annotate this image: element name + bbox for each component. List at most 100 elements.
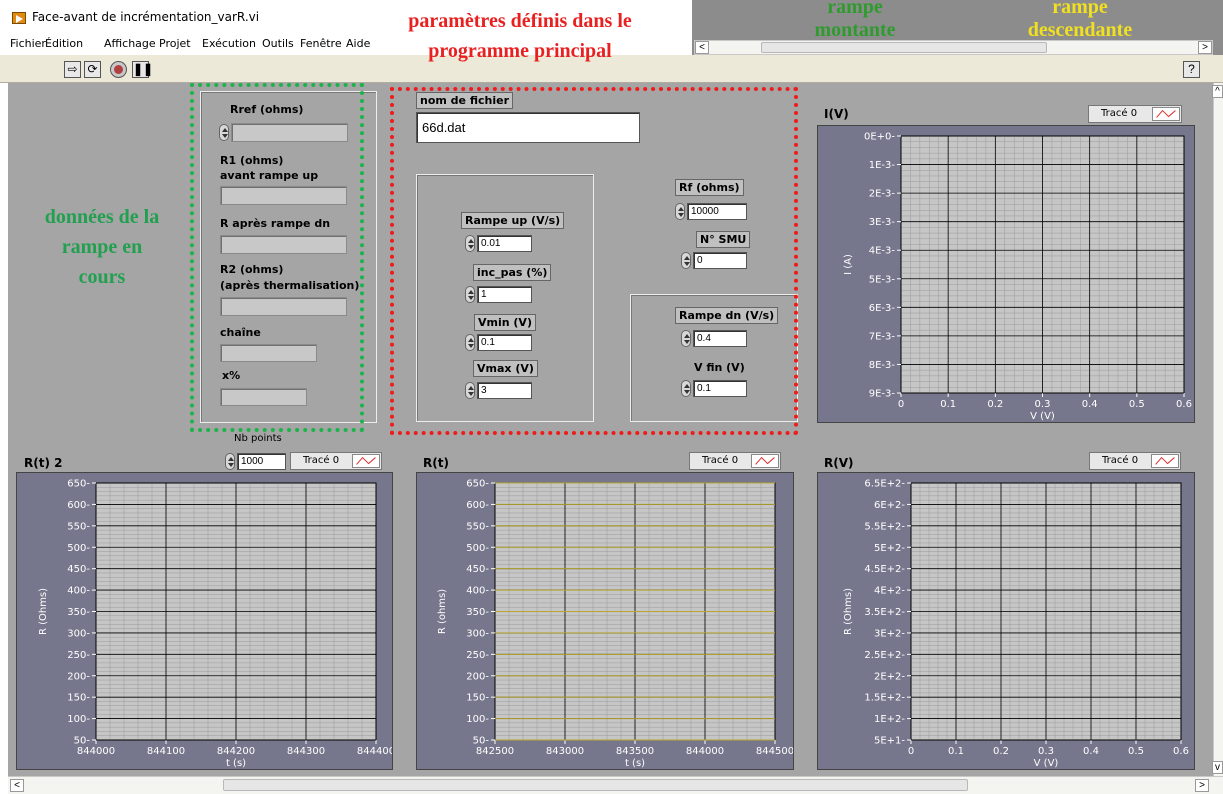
y-tick-label: 50- xyxy=(473,736,490,747)
y-tick-label: 600- xyxy=(466,500,489,511)
r1-label-line1: R1 (ohms) xyxy=(220,154,284,167)
y-tick-label: 300- xyxy=(466,628,489,639)
scroll-thumb[interactable] xyxy=(761,42,1047,53)
y-tick-label: 3E-3- xyxy=(869,217,896,228)
y-tick-label: 250- xyxy=(466,650,489,661)
chart-iv-legend[interactable]: Tracé 0 xyxy=(1088,105,1182,123)
y-axis-label: I (A) xyxy=(843,254,854,275)
scroll-up-icon[interactable]: ^ xyxy=(1212,85,1223,98)
chart-iv-legend-label: Tracé 0 xyxy=(1101,108,1138,119)
x-tick-label: 843500 xyxy=(616,746,654,757)
menu-fichier[interactable]: Fichier xyxy=(10,37,46,50)
chart-rt2-legend-label: Tracé 0 xyxy=(303,455,340,466)
x-tick-label: 0 xyxy=(898,399,904,410)
x-tick-label: 0.6 xyxy=(1176,399,1192,410)
y-tick-label: 200- xyxy=(67,671,90,682)
y-tick-label: 550- xyxy=(466,521,489,532)
r1-label-line2: avant rampe up xyxy=(220,169,319,182)
x-tick-label: 0.4 xyxy=(1083,746,1099,757)
annotation-donnees-line2: rampe en xyxy=(61,236,143,258)
y-tick-label: 5E+2- xyxy=(874,543,905,554)
y-tick-label: 350- xyxy=(466,607,489,618)
y-tick-label: 4E-3- xyxy=(869,246,896,257)
y-tick-label: 400- xyxy=(466,586,489,597)
nb-points-label: Nb points xyxy=(234,433,282,444)
legend-line-icon xyxy=(1152,107,1180,121)
nb-points-spin-icon[interactable] xyxy=(225,453,235,470)
pause-icon[interactable]: ❚❚ xyxy=(132,61,153,78)
rampe-montante-line1: rampe xyxy=(827,0,883,18)
r2-label-line2: (après thermalisation) xyxy=(220,279,360,292)
help-icon[interactable]: ? xyxy=(1183,61,1200,78)
menu-projet[interactable]: Projet xyxy=(159,37,191,50)
y-tick-label: 3.5E+2- xyxy=(864,607,905,618)
y-tick-label: 550- xyxy=(67,521,90,532)
chart-rv-legend-label: Tracé 0 xyxy=(1102,455,1139,466)
rampe-descendante-line1: rampe xyxy=(1052,0,1108,18)
x-tick-label: 0.5 xyxy=(1129,399,1145,410)
y-tick-label: 350- xyxy=(67,607,90,618)
r2-field[interactable] xyxy=(220,297,347,316)
annotation-parametres-line2: programme principal xyxy=(428,40,612,62)
x-axis-label: V (V) xyxy=(1030,411,1055,422)
vertical-scrollbar[interactable]: ^ v xyxy=(1212,83,1223,776)
y-tick-label: 500- xyxy=(466,543,489,554)
rampe-descendante-line2: descendante xyxy=(1027,19,1133,41)
horizontal-scrollbar[interactable]: < > xyxy=(8,776,1223,794)
chart-rt2-legend[interactable]: Tracé 0 xyxy=(290,452,382,470)
x-tick-label: 844400 xyxy=(357,746,392,757)
menu-outils[interactable]: Outils xyxy=(262,37,294,50)
y-tick-label: 600- xyxy=(67,500,90,511)
scroll-thumb[interactable] xyxy=(223,779,968,791)
y-tick-label: 450- xyxy=(466,564,489,575)
chart-rt-svg: 842500 843000 843500 844000 844500 50- 100- 150… xyxy=(437,479,793,770)
run-continuous-icon[interactable]: ⟳ xyxy=(84,61,101,78)
y-tick-label: 150- xyxy=(466,693,489,704)
x-percent-label: x% xyxy=(222,369,241,382)
y-tick-label: 3E+2- xyxy=(874,628,905,639)
chart-rt2-frame: 844000 844100 844200 844300 844400 50- 100- 150… xyxy=(16,472,393,770)
y-tick-label: 50- xyxy=(74,736,91,747)
scroll-down-icon[interactable]: v xyxy=(1212,761,1223,774)
y-tick-label: 6E+2- xyxy=(874,500,905,511)
x-tick-label: 844200 xyxy=(217,746,255,757)
menu-execution[interactable]: Exécution xyxy=(202,37,256,50)
legend-line-icon xyxy=(352,454,380,468)
r1-field[interactable] xyxy=(220,186,347,205)
chart-rt-legend[interactable]: Tracé 0 xyxy=(689,452,781,470)
chaine-field[interactable] xyxy=(220,344,317,362)
chart-rv-frame: 0 0.1 0.2 0.3 0.4 0.5 0.6 5E+1- 1E+2- 1.5E+2- 2E+2… xyxy=(817,472,1195,770)
x-percent-field[interactable] xyxy=(220,388,307,406)
rref-field[interactable] xyxy=(231,123,348,142)
scroll-right-icon[interactable]: > xyxy=(1198,41,1212,54)
chart-rv-svg: 0 0.1 0.2 0.3 0.4 0.5 0.6 5E+1- 1E+2- 1.5E+2- 2E+2… xyxy=(843,479,1189,770)
x-tick-label: 0.2 xyxy=(987,399,1003,410)
y-tick-label: 6.5E+2- xyxy=(864,479,905,490)
y-tick-label: 2E-3- xyxy=(869,189,896,200)
menu-fenetre[interactable]: Fenêtre xyxy=(300,37,342,50)
r-apres-field[interactable] xyxy=(220,235,347,254)
menu-affichage[interactable]: Affichage xyxy=(104,37,156,50)
x-tick-label: 843000 xyxy=(546,746,584,757)
scroll-right-icon[interactable]: > xyxy=(1195,779,1209,792)
y-tick-label: 250- xyxy=(67,650,90,661)
r2-label-line1: R2 (ohms) xyxy=(220,263,284,276)
y-tick-label: 1E-3- xyxy=(869,160,896,171)
run-arrow-icon[interactable]: ⇨ xyxy=(64,61,81,78)
chart-rv-legend[interactable]: Tracé 0 xyxy=(1089,452,1181,470)
annotation-parametres-line1: paramètres définis dans le xyxy=(408,10,632,32)
scroll-left-icon[interactable]: < xyxy=(10,779,24,792)
nb-points-field[interactable]: 1000 xyxy=(237,453,286,470)
x-tick-label: 0.3 xyxy=(1038,746,1054,757)
y-axis-label: R (Ohms) xyxy=(843,588,854,635)
rampe-montante-label: rampe montante xyxy=(790,0,920,42)
menu-edition[interactable]: Édition xyxy=(45,37,83,50)
y-tick-label: 200- xyxy=(466,671,489,682)
top-window-scrollbar[interactable]: < > xyxy=(694,40,1213,55)
y-tick-label: 150- xyxy=(67,693,90,704)
abort-stop-icon[interactable] xyxy=(110,61,127,78)
scroll-left-icon[interactable]: < xyxy=(695,41,709,54)
rref-spin-icon[interactable] xyxy=(219,124,229,141)
y-tick-label: 6E-3- xyxy=(869,303,896,314)
x-tick-label: 0.1 xyxy=(948,746,964,757)
